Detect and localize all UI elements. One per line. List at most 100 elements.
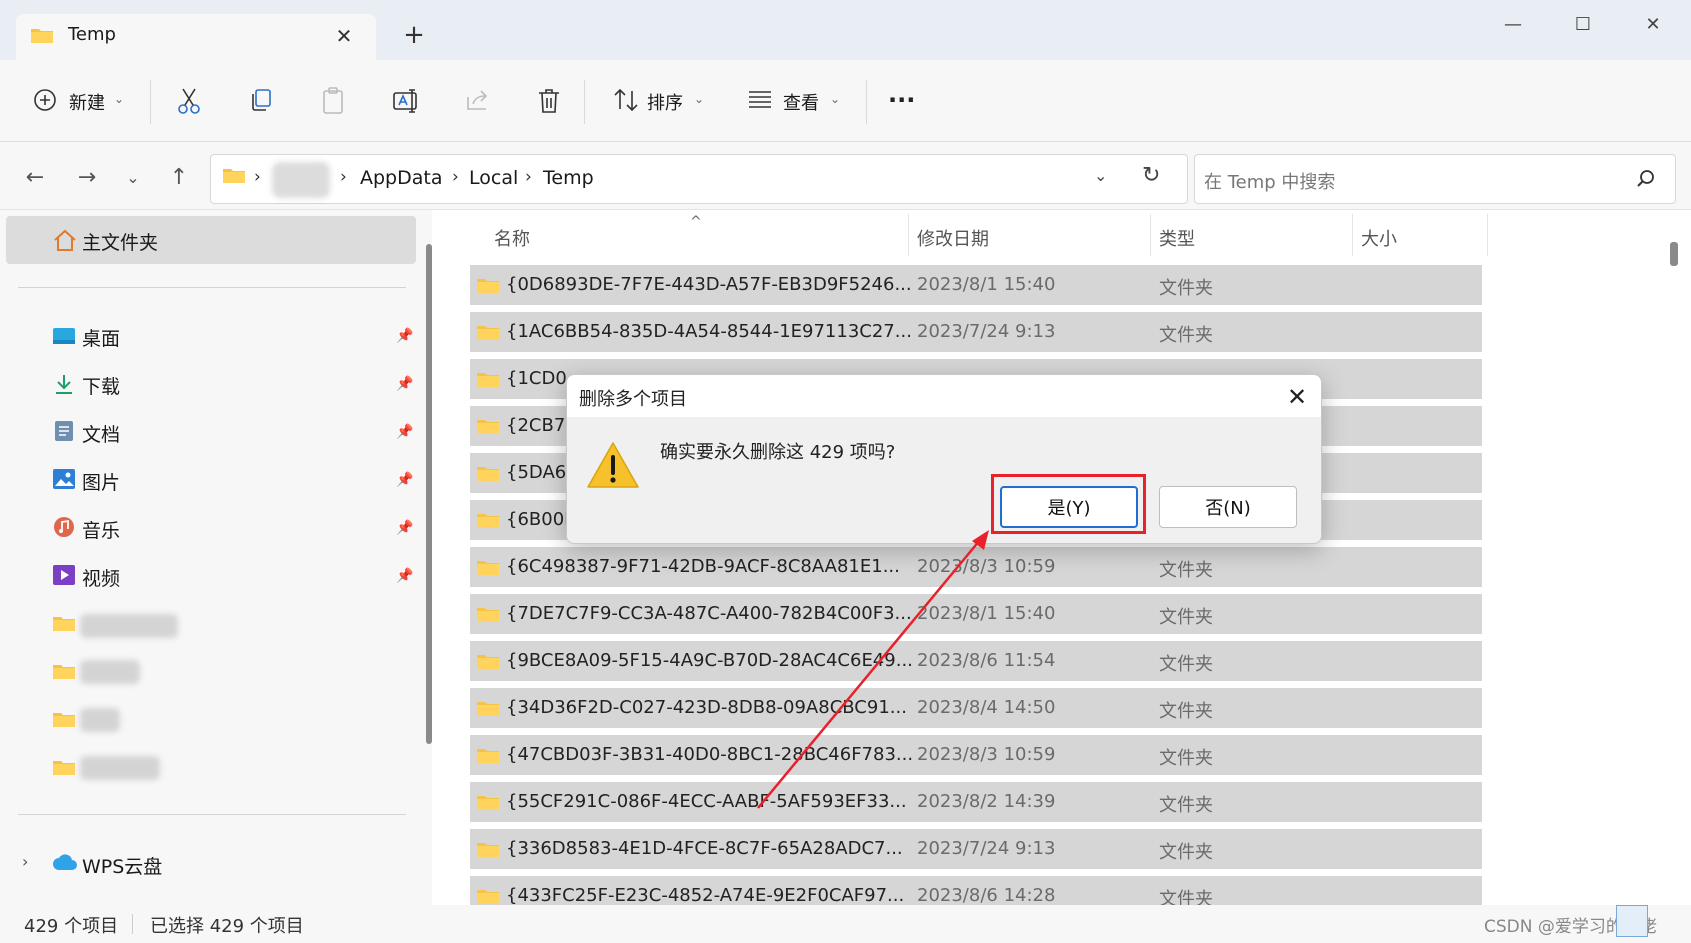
row-date: 2023/8/1 15:40	[917, 603, 1056, 624]
new-label: 新建	[69, 93, 105, 114]
row-name: {1AC6BB54-835D-4A54-8544-1E97113C27...	[506, 321, 912, 342]
no-button[interactable]: 否(N)	[1159, 486, 1297, 528]
breadcrumb-separator: ›	[340, 167, 347, 187]
search-icon[interactable]	[1636, 169, 1656, 189]
dialog-title: 删除多个项目	[579, 389, 687, 410]
breadcrumb-local[interactable]: Local	[469, 167, 518, 189]
folder-icon	[476, 323, 500, 341]
column-divider[interactable]	[908, 214, 909, 256]
folder-icon	[476, 370, 500, 388]
column-divider[interactable]	[1352, 214, 1353, 256]
row-type: 文件夹	[1159, 560, 1213, 581]
search-placeholder: 在 Temp 中搜索	[1204, 172, 1336, 193]
sidebar-item-label: 下载	[82, 376, 121, 398]
folder-icon	[476, 652, 500, 670]
folder-icon	[52, 662, 76, 680]
row-name: {1CD0	[506, 368, 567, 389]
pictures-icon	[52, 468, 76, 490]
row-type: 文件夹	[1159, 748, 1213, 769]
new-tab-button[interactable]: +	[400, 22, 428, 50]
paste-icon[interactable]	[320, 87, 350, 117]
address-history-chevron-icon[interactable]: ⌄	[1094, 166, 1107, 185]
music-icon	[52, 516, 76, 538]
sidebar-divider	[18, 287, 406, 288]
column-header-size[interactable]: 大小	[1361, 225, 1397, 251]
desktop-icon	[52, 325, 76, 347]
pin-icon[interactable]: 📌	[396, 424, 413, 440]
delete-icon[interactable]	[536, 87, 566, 117]
breadcrumb-user-blurred[interactable]	[272, 162, 330, 198]
sidebar-item-label: 文档	[82, 424, 121, 446]
back-button[interactable]: ←	[20, 163, 50, 193]
row-type: 文件夹	[1159, 278, 1213, 299]
row-type: 文件夹	[1159, 701, 1213, 722]
folder-icon	[476, 699, 500, 717]
toolbar-divider	[150, 80, 151, 124]
status-divider	[132, 914, 133, 934]
row-type: 文件夹	[1159, 607, 1213, 628]
column-header-date[interactable]: 修改日期	[917, 225, 989, 251]
sidebar-item-label: 主文件夹	[82, 232, 159, 254]
breadcrumb-appdata[interactable]: AppData	[360, 167, 443, 189]
row-type: 文件夹	[1159, 654, 1213, 675]
list-scrollbar-thumb[interactable]	[1670, 242, 1678, 266]
row-name: {7DE7C7F9-CC3A-487C-A400-782B4C00F3...	[506, 603, 912, 624]
row-date: 2023/8/2 14:39	[917, 791, 1056, 812]
row-name: {9BCE8A09-5F15-4A9C-B70D-28AC4C6E49...	[506, 650, 913, 671]
row-date: 2023/8/6 14:28	[917, 885, 1056, 906]
column-divider[interactable]	[1487, 214, 1488, 256]
pin-icon[interactable]: 📌	[396, 376, 413, 392]
up-button[interactable]: ↑	[164, 163, 194, 193]
folder-icon	[476, 746, 500, 764]
refresh-icon[interactable]: ↻	[1142, 163, 1160, 188]
videos-icon	[52, 564, 76, 586]
chevron-down-icon: ⌄	[114, 92, 125, 106]
column-divider[interactable]	[1150, 214, 1151, 256]
annotation-highlight-box	[991, 474, 1146, 534]
sidebar-item-blurred[interactable]	[80, 614, 178, 638]
sidebar-item-blurred[interactable]	[80, 660, 140, 684]
details-view-icon[interactable]	[1616, 905, 1648, 937]
forward-button[interactable]: →	[72, 163, 102, 193]
pin-icon[interactable]: 📌	[396, 472, 413, 488]
pin-icon[interactable]: 📌	[396, 328, 413, 344]
row-date: 2023/8/3 10:59	[917, 556, 1056, 577]
rename-icon[interactable]	[392, 87, 422, 117]
sort-label: 排序	[647, 93, 683, 114]
dialog-close-icon[interactable]: ✕	[1282, 382, 1312, 412]
home-icon	[52, 228, 78, 252]
toolbar-divider	[584, 80, 585, 124]
folder-icon	[476, 558, 500, 576]
pin-icon[interactable]: 📌	[396, 568, 413, 584]
cut-icon[interactable]	[176, 87, 206, 117]
minimize-button[interactable]: —	[1490, 10, 1536, 40]
row-date: 2023/8/1 15:40	[917, 274, 1056, 295]
address-bar[interactable]	[210, 154, 1188, 204]
sort-ascending-icon: ^	[690, 214, 702, 230]
folder-icon	[476, 840, 500, 858]
close-window-button[interactable]: ✕	[1630, 10, 1676, 40]
row-type: 文件夹	[1159, 842, 1213, 863]
expand-chevron-icon[interactable]: ›	[22, 852, 28, 871]
breadcrumb-separator: ›	[452, 167, 459, 187]
sidebar-item-blurred[interactable]	[80, 756, 160, 780]
maximize-button[interactable]: ☐	[1560, 10, 1606, 40]
sidebar-item-label: 音乐	[82, 520, 121, 542]
tab-close-icon[interactable]: ✕	[332, 24, 356, 48]
breadcrumb-temp[interactable]: Temp	[543, 167, 594, 189]
sidebar-item-label: WPS云盘	[82, 856, 163, 878]
row-date: 2023/7/24 9:13	[917, 321, 1056, 342]
tab-title: Temp	[68, 24, 116, 45]
sort-icon	[612, 87, 642, 117]
copy-icon[interactable]	[248, 87, 278, 117]
row-date: 2023/8/4 14:50	[917, 697, 1056, 718]
column-header-name[interactable]: 名称	[494, 225, 530, 251]
recent-locations-button[interactable]: ⌄	[118, 163, 148, 193]
folder-icon	[476, 276, 500, 294]
folder-icon	[476, 511, 500, 529]
column-header-type[interactable]: 类型	[1159, 225, 1195, 251]
sidebar-item-blurred[interactable]	[80, 708, 120, 732]
more-options-button[interactable]: ···	[888, 86, 915, 114]
share-icon[interactable]	[464, 87, 494, 117]
pin-icon[interactable]: 📌	[396, 520, 413, 536]
